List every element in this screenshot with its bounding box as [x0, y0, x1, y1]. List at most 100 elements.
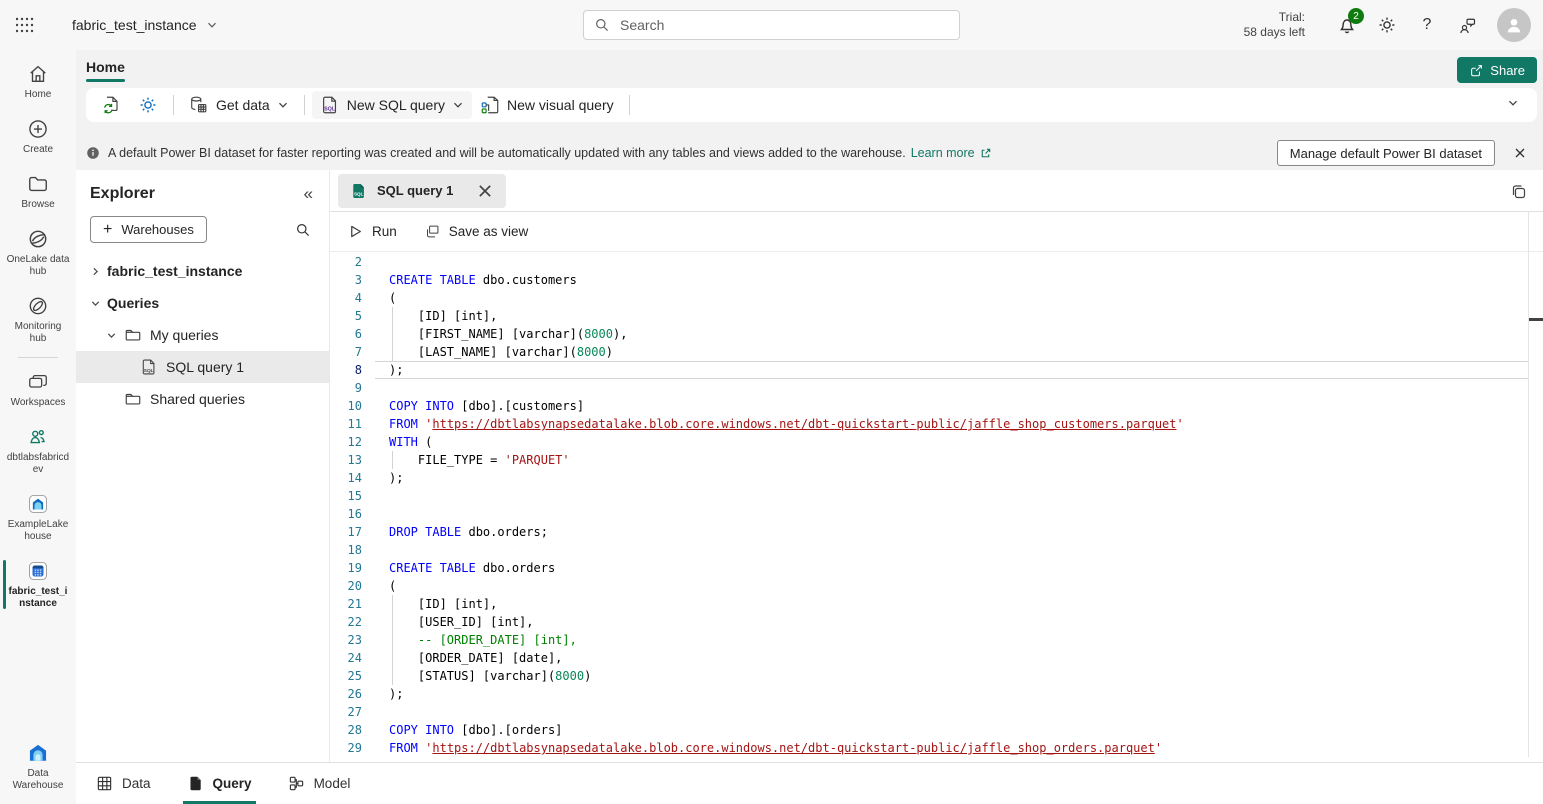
query-tab-sql-query-1[interactable]: SQL SQL query 1 — [338, 174, 506, 208]
code-text: FROM 'https://dbtlabsynapsedatalake.blob… — [389, 739, 1162, 757]
new-warehouse-button[interactable]: + Warehouses — [90, 216, 207, 243]
code-line[interactable]: 15 — [330, 487, 1543, 505]
code-line[interactable]: 25 [STATUS] [varchar](8000) — [330, 667, 1543, 685]
nav-rail-items: HomeCreateBrowseOneLake data hubMonitori… — [0, 54, 76, 618]
line-number: 19 — [330, 559, 362, 577]
feedback-button[interactable] — [1447, 5, 1487, 45]
code-line[interactable]: 4( — [330, 289, 1543, 307]
nav-rail-item-fabric-test-instance[interactable]: fabric_test_instance — [0, 551, 76, 618]
indent-guide — [392, 343, 393, 361]
view-tab-data[interactable]: Data — [96, 763, 151, 804]
explorer-tree: fabric_test_instanceQueriesMy queriesSQL… — [76, 253, 329, 415]
code-line[interactable]: 23 -- [ORDER_DATE] [int], — [330, 631, 1543, 649]
tab-home[interactable]: Home — [86, 59, 125, 82]
get-data-button[interactable]: Get data — [181, 91, 297, 119]
code-line[interactable]: 29FROM 'https://dbtlabsynapsedatalake.bl… — [330, 739, 1543, 757]
monitoring-icon — [26, 294, 50, 318]
tree-item-my-queries[interactable]: My queries — [76, 319, 329, 351]
code-text: [ID] [int], — [389, 307, 497, 325]
tree-item-queries[interactable]: Queries — [76, 287, 329, 319]
manage-default-dataset-button[interactable]: Manage default Power BI dataset — [1277, 140, 1495, 166]
nav-rail-item-home[interactable]: Home — [0, 54, 76, 109]
chevron-down-icon[interactable] — [106, 329, 123, 341]
learn-more-link[interactable]: Learn more — [911, 146, 992, 160]
dataset-info-banner: A default Power BI dataset for faster re… — [86, 138, 1537, 168]
view-tab-query[interactable]: Query — [187, 763, 252, 804]
code-line[interactable]: 13 FILE_TYPE = 'PARQUET' — [330, 451, 1543, 469]
share-button[interactable]: Share — [1457, 57, 1537, 83]
code-line[interactable]: 28COPY INTO [dbo].[orders] — [330, 721, 1543, 739]
tab-home-label: Home — [86, 59, 125, 75]
code-line[interactable]: 7 [LAST_NAME] [varchar](8000) — [330, 343, 1543, 361]
code-text: FILE_TYPE = 'PARQUET' — [389, 451, 570, 469]
code-line[interactable]: 17DROP TABLE dbo.orders; — [330, 523, 1543, 541]
nav-rail: HomeCreateBrowseOneLake data hubMonitori… — [0, 50, 76, 804]
refresh-button[interactable] — [94, 91, 130, 119]
code-text: [USER_ID] [int], — [389, 613, 534, 631]
collapse-panel-button[interactable]: « — [304, 184, 313, 204]
code-line[interactable]: 8); — [330, 361, 1543, 379]
workspace-switcher[interactable]: fabric_test_instance — [72, 17, 218, 33]
tree-item-fabric-test-instance[interactable]: fabric_test_instance — [76, 255, 329, 287]
code-line[interactable]: 20( — [330, 577, 1543, 595]
code-line[interactable]: 27 — [330, 703, 1543, 721]
nav-rail-item-browse[interactable]: Browse — [0, 164, 76, 219]
run-button[interactable]: Run — [348, 224, 397, 239]
refresh-doc-icon — [102, 95, 122, 115]
line-number: 21 — [330, 595, 362, 613]
close-icon — [476, 182, 494, 200]
explorer-search-button[interactable] — [291, 218, 315, 242]
notifications-button[interactable]: 2 — [1327, 5, 1367, 45]
code-line[interactable]: 3CREATE TABLE dbo.customers — [330, 271, 1543, 289]
close-tab-button[interactable] — [476, 182, 494, 200]
code-line[interactable]: 11FROM 'https://dbtlabsynapsedatalake.bl… — [330, 415, 1543, 433]
sql-editor[interactable]: 23CREATE TABLE dbo.customers4(5 [ID] [in… — [330, 253, 1543, 762]
code-line[interactable]: 24 [ORDER_DATE] [date], — [330, 649, 1543, 667]
collapse-ribbon-button[interactable] — [1507, 96, 1519, 114]
search-icon — [295, 222, 311, 238]
nav-rail-item-data-warehouse[interactable]: Data Warehouse — [0, 733, 76, 800]
banner-close-button[interactable] — [1509, 142, 1531, 164]
share-label: Share — [1490, 63, 1525, 78]
nav-rail-item-dbtlabsfabricdev[interactable]: dbtlabsfabricdev — [0, 417, 76, 484]
settings-button[interactable] — [1367, 5, 1407, 45]
nav-rail-item-create[interactable]: Create — [0, 109, 76, 164]
app-launcher-button[interactable] — [0, 0, 50, 50]
chevron-right-icon[interactable] — [90, 265, 107, 277]
code-line[interactable]: 14); — [330, 469, 1543, 487]
tree-item-sql-query-1[interactable]: SQLSQL query 1 — [76, 351, 329, 383]
code-line[interactable]: 21 [ID] [int], — [330, 595, 1543, 613]
nav-rail-item-onelake-data-hub[interactable]: OneLake data hub — [0, 219, 76, 286]
chevron-spacer — [106, 393, 123, 405]
ribbon-toolbar: Get data SQL New SQL query New visual qu… — [86, 88, 1537, 122]
nav-rail-item-examplelakehouse[interactable]: ExampleLakehouse — [0, 484, 76, 551]
warehouse-settings-button[interactable] — [130, 91, 166, 119]
code-line[interactable]: 16 — [330, 505, 1543, 523]
code-line[interactable]: 5 [ID] [int], — [330, 307, 1543, 325]
nav-rail-item-monitoring-hub[interactable]: Monitoring hub — [0, 286, 76, 353]
code-line[interactable]: 18 — [330, 541, 1543, 559]
code-line[interactable]: 6 [FIRST_NAME] [varchar](8000), — [330, 325, 1543, 343]
code-line[interactable]: 22 [USER_ID] [int], — [330, 613, 1543, 631]
code-line[interactable]: 19CREATE TABLE dbo.orders — [330, 559, 1543, 577]
account-avatar[interactable] — [1497, 8, 1531, 42]
code-line[interactable]: 9 — [330, 379, 1543, 397]
save-as-view-button[interactable]: Save as view — [425, 224, 529, 239]
code-line[interactable]: 12WITH ( — [330, 433, 1543, 451]
copy-button[interactable] — [1508, 181, 1530, 203]
view-tab-model[interactable]: Model — [288, 763, 351, 804]
help-button[interactable]: ? — [1407, 5, 1447, 45]
new-sql-query-button[interactable]: SQL New SQL query — [312, 91, 472, 119]
home-icon — [26, 62, 50, 86]
search-input[interactable] — [618, 16, 949, 34]
nav-rail-item-workspaces[interactable]: Workspaces — [0, 362, 76, 417]
code-line[interactable]: 10COPY INTO [dbo].[customers] — [330, 397, 1543, 415]
code-line[interactable]: 2 — [330, 253, 1543, 271]
line-number: 3 — [330, 271, 362, 289]
line-number: 18 — [330, 541, 362, 559]
tree-item-shared-queries[interactable]: Shared queries — [76, 383, 329, 415]
new-visual-query-button[interactable]: New visual query — [472, 91, 622, 119]
chevron-down-icon[interactable] — [90, 297, 107, 309]
chevron-down-icon — [277, 99, 289, 111]
code-line[interactable]: 26); — [330, 685, 1543, 703]
